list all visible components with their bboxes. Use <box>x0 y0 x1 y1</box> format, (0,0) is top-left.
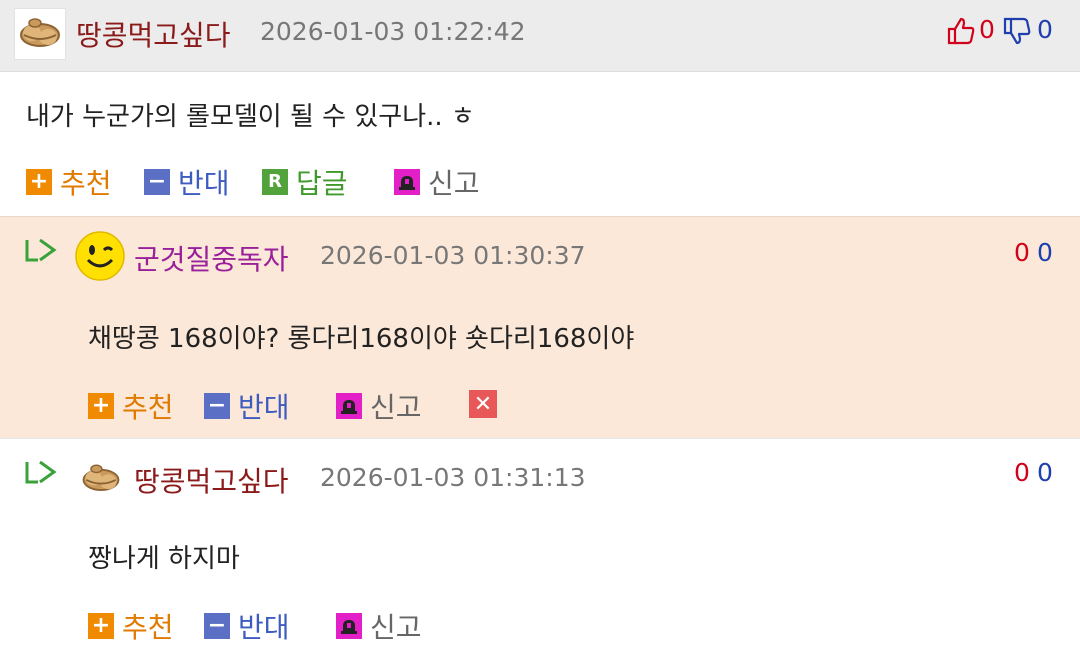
comment-date: 2026-01-03 01:30:37 <box>320 241 586 270</box>
comment-date: 2026-01-03 01:22:42 <box>260 17 526 46</box>
recommend-button[interactable]: + 추천 <box>26 162 112 202</box>
oppose-button[interactable]: − 반대 <box>204 606 290 646</box>
thumbs-up-icon[interactable] <box>946 16 976 46</box>
reply-arrow-icon <box>25 238 57 262</box>
recommend-label: 추천 <box>122 391 174 424</box>
recommend-label: 추천 <box>122 611 174 644</box>
minus-icon: − <box>204 393 230 419</box>
oppose-label: 반대 <box>178 167 230 200</box>
upvote-count: 0 <box>979 15 995 44</box>
reply-button[interactable]: R 답글 <box>262 162 348 202</box>
reply-icon: R <box>262 169 288 195</box>
report-button[interactable]: 신고 <box>336 386 422 426</box>
minus-icon: − <box>144 169 170 195</box>
author-nickname[interactable]: 땅콩먹고싶다 <box>134 460 289 500</box>
recommend-button[interactable]: + 추천 <box>88 386 174 426</box>
report-label: 신고 <box>370 391 422 424</box>
report-label: 신고 <box>370 611 422 644</box>
author-nickname[interactable]: 땅콩먹고싶다 <box>76 14 231 54</box>
comment-text: 내가 누군가의 롤모델이 될 수 있구나.. ㅎ <box>26 102 475 132</box>
oppose-label: 반대 <box>238 391 290 424</box>
downvote-count: 0 <box>1037 458 1053 487</box>
reply-label: 답글 <box>296 167 348 200</box>
plus-icon: + <box>26 169 52 195</box>
author-nickname[interactable]: 군것질중독자 <box>134 238 289 278</box>
report-label: 신고 <box>428 167 480 200</box>
recommend-label: 추천 <box>60 167 112 200</box>
report-button[interactable]: 신고 <box>336 606 422 646</box>
comment-text: 채땅콩 168이야? 롱다리168이야 숏다리168이야 <box>88 324 635 354</box>
reply-arrow-icon <box>25 460 57 484</box>
recommend-button[interactable]: + 추천 <box>88 606 174 646</box>
divider <box>0 438 1080 439</box>
upvote-count: 0 <box>1014 458 1030 487</box>
avatar[interactable] <box>14 8 66 60</box>
minus-icon: − <box>204 613 230 639</box>
oppose-button[interactable]: − 반대 <box>144 162 230 202</box>
oppose-button[interactable]: − 반대 <box>204 386 290 426</box>
peanut-icon[interactable] <box>78 456 124 502</box>
upvote-count: 0 <box>1014 238 1030 267</box>
downvote-count: 0 <box>1037 238 1053 267</box>
peanut-icon <box>20 18 60 47</box>
downvote-count: 0 <box>1037 15 1053 44</box>
siren-icon <box>394 169 420 195</box>
oppose-label: 반대 <box>238 611 290 644</box>
plus-icon: + <box>88 393 114 419</box>
winking-smiley-icon[interactable] <box>74 230 126 282</box>
plus-icon: + <box>88 613 114 639</box>
close-icon: ✕ <box>473 391 493 417</box>
siren-icon <box>336 613 362 639</box>
comment-text: 짱나게 하지마 <box>88 544 240 574</box>
delete-button[interactable]: ✕ <box>469 390 497 418</box>
thumbs-down-icon[interactable] <box>1002 16 1032 46</box>
comment-date: 2026-01-03 01:31:13 <box>320 463 586 492</box>
report-button[interactable]: 신고 <box>394 162 480 202</box>
siren-icon <box>336 393 362 419</box>
